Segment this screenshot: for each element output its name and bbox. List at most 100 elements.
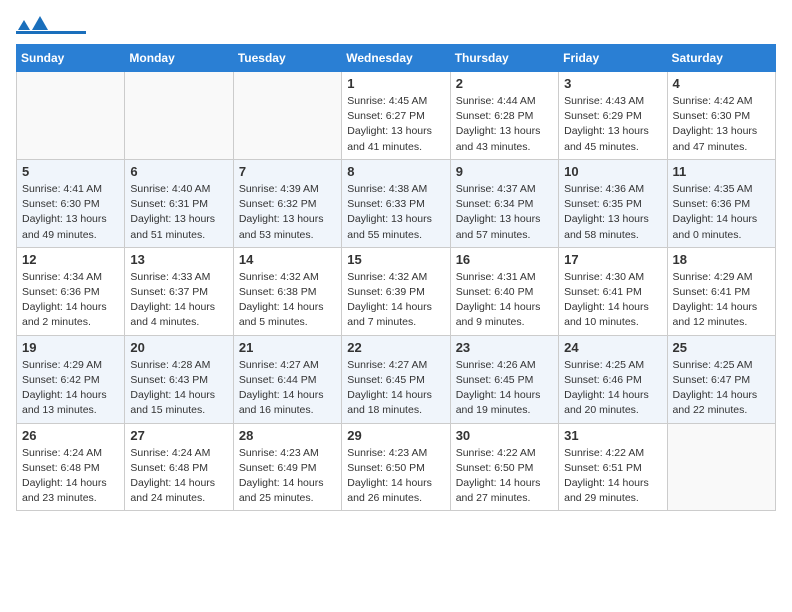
day-number: 13: [130, 252, 227, 267]
day-number: 4: [673, 76, 770, 91]
day-info: Sunrise: 4:38 AM Sunset: 6:33 PM Dayligh…: [347, 182, 444, 243]
day-number: 25: [673, 340, 770, 355]
day-number: 9: [456, 164, 553, 179]
calendar-cell[interactable]: 26 Sunrise: 4:24 AM Sunset: 6:48 PM Dayli…: [17, 423, 125, 511]
calendar-cell[interactable]: 16Sunrise: 4:31 AM Sunset: 6:40 PM Dayli…: [450, 247, 558, 335]
day-info: Sunrise: 4:27 AM Sunset: 6:45 PM Dayligh…: [347, 358, 444, 419]
calendar-cell[interactable]: 29 Sunrise: 4:23 AM Sunset: 6:50 PM Dayli…: [342, 423, 450, 511]
calendar-cell: [125, 72, 233, 160]
day-info: Sunrise: 4:24 AM Sunset: 6:48 PM Dayligh…: [22, 446, 119, 507]
day-number: 16: [456, 252, 553, 267]
day-info: Sunrise: 4:36 AM Sunset: 6:35 PM Dayligh…: [564, 182, 661, 243]
day-info: Sunrise: 4:23 AM Sunset: 6:49 PM Dayligh…: [239, 446, 336, 507]
day-number: 29: [347, 428, 444, 443]
logo-underline: [16, 31, 86, 34]
day-number: 28: [239, 428, 336, 443]
calendar-header-tuesday: Tuesday: [233, 45, 341, 72]
calendar-cell[interactable]: 9 Sunrise: 4:37 AM Sunset: 6:34 PM Daylig…: [450, 159, 558, 247]
calendar-cell[interactable]: 22 Sunrise: 4:27 AM Sunset: 6:45 PM Dayli…: [342, 335, 450, 423]
day-info: Sunrise: 4:37 AM Sunset: 6:34 PM Dayligh…: [456, 182, 553, 243]
day-number: 17: [564, 252, 661, 267]
calendar-cell[interactable]: 28 Sunrise: 4:23 AM Sunset: 6:49 PM Dayli…: [233, 423, 341, 511]
day-number: 15: [347, 252, 444, 267]
calendar-cell: [233, 72, 341, 160]
calendar-header-monday: Monday: [125, 45, 233, 72]
day-number: 24: [564, 340, 661, 355]
calendar-cell[interactable]: 19Sunrise: 4:29 AM Sunset: 6:42 PM Dayli…: [17, 335, 125, 423]
calendar-header-thursday: Thursday: [450, 45, 558, 72]
day-info: Sunrise: 4:33 AM Sunset: 6:37 PM Dayligh…: [130, 270, 227, 331]
day-number: 1: [347, 76, 444, 91]
calendar-cell[interactable]: 5 Sunrise: 4:41 AM Sunset: 6:30 PM Daylig…: [17, 159, 125, 247]
day-info: Sunrise: 4:32 AM Sunset: 6:39 PM Dayligh…: [347, 270, 444, 331]
calendar-cell[interactable]: 23 Sunrise: 4:26 AM Sunset: 6:45 PM Dayli…: [450, 335, 558, 423]
day-info: Sunrise: 4:32 AM Sunset: 6:38 PM Dayligh…: [239, 270, 336, 331]
day-number: 31: [564, 428, 661, 443]
calendar-cell[interactable]: 8 Sunrise: 4:38 AM Sunset: 6:33 PM Daylig…: [342, 159, 450, 247]
day-info: Sunrise: 4:29 AM Sunset: 6:42 PM Dayligh…: [22, 358, 119, 419]
calendar-cell[interactable]: 14Sunrise: 4:32 AM Sunset: 6:38 PM Dayli…: [233, 247, 341, 335]
calendar-week-row: 5 Sunrise: 4:41 AM Sunset: 6:30 PM Daylig…: [17, 159, 776, 247]
calendar-week-row: 12Sunrise: 4:34 AM Sunset: 6:36 PM Dayli…: [17, 247, 776, 335]
calendar-cell[interactable]: 18Sunrise: 4:29 AM Sunset: 6:41 PM Dayli…: [667, 247, 775, 335]
day-number: 2: [456, 76, 553, 91]
calendar-cell[interactable]: 4 Sunrise: 4:42 AM Sunset: 6:30 PM Daylig…: [667, 72, 775, 160]
day-number: 27: [130, 428, 227, 443]
day-number: 10: [564, 164, 661, 179]
day-info: Sunrise: 4:25 AM Sunset: 6:46 PM Dayligh…: [564, 358, 661, 419]
day-number: 26: [22, 428, 119, 443]
calendar-week-row: 1 Sunrise: 4:45 AM Sunset: 6:27 PM Daylig…: [17, 72, 776, 160]
calendar-cell[interactable]: 15 Sunrise: 4:32 AM Sunset: 6:39 PM Dayli…: [342, 247, 450, 335]
day-number: 23: [456, 340, 553, 355]
day-number: 30: [456, 428, 553, 443]
calendar-cell[interactable]: 27Sunrise: 4:24 AM Sunset: 6:48 PM Dayli…: [125, 423, 233, 511]
calendar-cell[interactable]: 13 Sunrise: 4:33 AM Sunset: 6:37 PM Dayli…: [125, 247, 233, 335]
calendar-header-saturday: Saturday: [667, 45, 775, 72]
calendar-cell[interactable]: 17 Sunrise: 4:30 AM Sunset: 6:41 PM Dayli…: [559, 247, 667, 335]
calendar-cell[interactable]: 31Sunrise: 4:22 AM Sunset: 6:51 PM Dayli…: [559, 423, 667, 511]
day-number: 20: [130, 340, 227, 355]
calendar-cell[interactable]: 24 Sunrise: 4:25 AM Sunset: 6:46 PM Dayli…: [559, 335, 667, 423]
calendar-week-row: 26 Sunrise: 4:24 AM Sunset: 6:48 PM Dayli…: [17, 423, 776, 511]
calendar-cell[interactable]: 21Sunrise: 4:27 AM Sunset: 6:44 PM Dayli…: [233, 335, 341, 423]
day-info: Sunrise: 4:26 AM Sunset: 6:45 PM Dayligh…: [456, 358, 553, 419]
day-number: 22: [347, 340, 444, 355]
calendar-header-wednesday: Wednesday: [342, 45, 450, 72]
day-number: 18: [673, 252, 770, 267]
calendar-cell[interactable]: 2 Sunrise: 4:44 AM Sunset: 6:28 PM Daylig…: [450, 72, 558, 160]
day-info: Sunrise: 4:44 AM Sunset: 6:28 PM Dayligh…: [456, 94, 553, 155]
calendar-header-friday: Friday: [559, 45, 667, 72]
calendar-cell[interactable]: 20Sunrise: 4:28 AM Sunset: 6:43 PM Dayli…: [125, 335, 233, 423]
calendar-cell[interactable]: 3 Sunrise: 4:43 AM Sunset: 6:29 PM Daylig…: [559, 72, 667, 160]
calendar-cell[interactable]: 6 Sunrise: 4:40 AM Sunset: 6:31 PM Daylig…: [125, 159, 233, 247]
day-info: Sunrise: 4:41 AM Sunset: 6:30 PM Dayligh…: [22, 182, 119, 243]
day-number: 11: [673, 164, 770, 179]
calendar-cell: [17, 72, 125, 160]
logo-triangles: [18, 16, 48, 30]
calendar-cell[interactable]: 12Sunrise: 4:34 AM Sunset: 6:36 PM Dayli…: [17, 247, 125, 335]
day-info: Sunrise: 4:40 AM Sunset: 6:31 PM Dayligh…: [130, 182, 227, 243]
day-info: Sunrise: 4:34 AM Sunset: 6:36 PM Dayligh…: [22, 270, 119, 331]
day-number: 5: [22, 164, 119, 179]
day-number: 3: [564, 76, 661, 91]
calendar-cell[interactable]: 11 Sunrise: 4:35 AM Sunset: 6:36 PM Dayli…: [667, 159, 775, 247]
logo: [16, 16, 86, 34]
day-info: Sunrise: 4:35 AM Sunset: 6:36 PM Dayligh…: [673, 182, 770, 243]
day-info: Sunrise: 4:30 AM Sunset: 6:41 PM Dayligh…: [564, 270, 661, 331]
day-info: Sunrise: 4:43 AM Sunset: 6:29 PM Dayligh…: [564, 94, 661, 155]
day-info: Sunrise: 4:42 AM Sunset: 6:30 PM Dayligh…: [673, 94, 770, 155]
day-number: 6: [130, 164, 227, 179]
calendar-cell[interactable]: 30Sunrise: 4:22 AM Sunset: 6:50 PM Dayli…: [450, 423, 558, 511]
day-number: 8: [347, 164, 444, 179]
calendar-cell[interactable]: 25Sunrise: 4:25 AM Sunset: 6:47 PM Dayli…: [667, 335, 775, 423]
day-info: Sunrise: 4:23 AM Sunset: 6:50 PM Dayligh…: [347, 446, 444, 507]
calendar-cell: [667, 423, 775, 511]
day-info: Sunrise: 4:27 AM Sunset: 6:44 PM Dayligh…: [239, 358, 336, 419]
day-info: Sunrise: 4:45 AM Sunset: 6:27 PM Dayligh…: [347, 94, 444, 155]
day-info: Sunrise: 4:39 AM Sunset: 6:32 PM Dayligh…: [239, 182, 336, 243]
calendar-cell[interactable]: 1 Sunrise: 4:45 AM Sunset: 6:27 PM Daylig…: [342, 72, 450, 160]
calendar-cell[interactable]: 10 Sunrise: 4:36 AM Sunset: 6:35 PM Dayli…: [559, 159, 667, 247]
day-number: 7: [239, 164, 336, 179]
calendar-week-row: 19Sunrise: 4:29 AM Sunset: 6:42 PM Dayli…: [17, 335, 776, 423]
calendar-cell[interactable]: 7 Sunrise: 4:39 AM Sunset: 6:32 PM Daylig…: [233, 159, 341, 247]
